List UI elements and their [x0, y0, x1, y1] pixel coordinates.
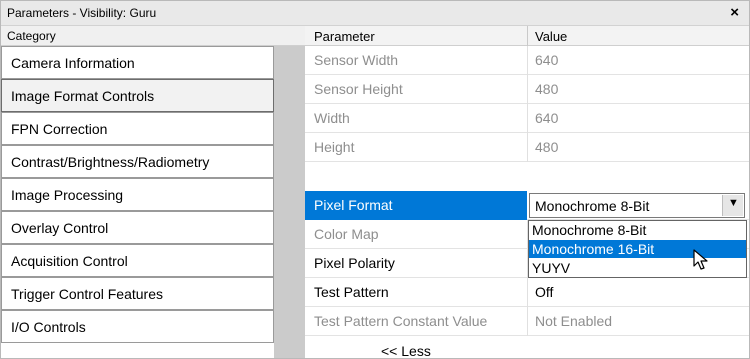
category-item-label: Acquisition Control [11, 253, 128, 269]
value-column-header[interactable]: Value [535, 29, 567, 44]
dropdown-option-label: Monochrome 8-Bit [532, 222, 647, 238]
category-item-image-processing[interactable]: Image Processing [1, 178, 274, 211]
less-button[interactable]: << Less [381, 343, 431, 358]
dropdown-option-yuyv[interactable]: YUYV [529, 259, 746, 277]
parameter-name: Sensor Width [314, 52, 399, 68]
category-item-trigger-control-features[interactable]: Trigger Control Features [1, 277, 274, 310]
category-header-label: Category [7, 29, 56, 43]
parameter-name: Width [314, 110, 350, 126]
category-item-label: Camera Information [11, 55, 135, 71]
parameter-name: Test Pattern Constant Value [314, 313, 488, 329]
parameter-row-sensor-height[interactable]: Sensor Height 480 [305, 75, 749, 104]
close-icon[interactable]: × [730, 4, 739, 21]
cell-divider [527, 75, 528, 104]
parameter-row-pixel-format[interactable]: Pixel Format Monochrome 8-Bit ▼ [305, 191, 749, 220]
dropdown-option-label: YUYV [532, 260, 571, 276]
parameter-name: Test Pattern [314, 284, 389, 300]
category-header: Category [1, 26, 305, 46]
title-bar[interactable]: Parameters - Visibility: Guru × [1, 1, 749, 26]
parameter-name: Pixel Format [314, 197, 393, 213]
parameter-name: Color Map [314, 226, 379, 242]
category-item-label: Contrast/Brightness/Radiometry [11, 154, 210, 170]
parameter-value: 480 [535, 139, 559, 155]
parameter-header: Parameter Value [305, 26, 749, 46]
category-item-label: FPN Correction [11, 121, 108, 137]
pixel-format-select[interactable]: Monochrome 8-Bit ▼ [529, 193, 745, 218]
parameter-row-width[interactable]: Width 640 [305, 104, 749, 133]
parameter-value: Not Enabled [535, 313, 613, 329]
category-item-contrast-brightness-radiometry[interactable]: Contrast/Brightness/Radiometry [1, 145, 274, 178]
cell-divider [527, 307, 528, 336]
category-item-label: Image Processing [11, 187, 124, 203]
parameter-name: Pixel Polarity [314, 255, 395, 271]
parameter-column-header[interactable]: Parameter [314, 29, 375, 44]
pixel-format-dropdown-list: Monochrome 8-Bit Monochrome 16-Bit YUYV [528, 220, 747, 278]
parameter-gutter [274, 46, 305, 358]
dropdown-toggle-button[interactable]: ▼ [722, 195, 743, 216]
pixel-format-selected-value: Monochrome 8-Bit [535, 198, 650, 214]
chevron-down-icon: ▼ [728, 197, 739, 209]
cell-divider [527, 46, 528, 75]
category-item-image-format-controls[interactable]: Image Format Controls [1, 79, 274, 112]
category-item-label: I/O Controls [11, 319, 86, 335]
parameter-row-test-pattern-constant-value[interactable]: Test Pattern Constant Value Not Enabled [305, 307, 749, 336]
category-item-camera-information[interactable]: Camera Information [1, 46, 274, 79]
category-item-label: Overlay Control [11, 220, 109, 236]
parameter-value: 480 [535, 81, 559, 97]
window-title: Parameters - Visibility: Guru [7, 6, 157, 20]
cell-divider [527, 104, 528, 133]
parameter-value: 640 [535, 110, 559, 126]
parameters-window: Parameters - Visibility: Guru × Category… [0, 0, 750, 359]
mouse-pointer-icon [693, 249, 708, 270]
category-list: Camera Information Image Format Controls… [1, 46, 274, 358]
parameter-name: Sensor Height [314, 81, 403, 97]
parameter-name: Height [314, 139, 355, 155]
category-item-label: Trigger Control Features [11, 286, 163, 302]
column-divider[interactable] [527, 26, 528, 46]
dropdown-option-monochrome-16-bit[interactable]: Monochrome 16-Bit [529, 240, 746, 258]
parameter-row-test-pattern[interactable]: Test Pattern Off [305, 278, 749, 307]
category-item-io-controls[interactable]: I/O Controls [1, 310, 274, 343]
dropdown-option-monochrome-8-bit[interactable]: Monochrome 8-Bit [529, 221, 746, 239]
category-item-fpn-correction[interactable]: FPN Correction [1, 112, 274, 145]
category-item-overlay-control[interactable]: Overlay Control [1, 211, 274, 244]
parameter-value: 640 [535, 52, 559, 68]
cell-divider [527, 133, 528, 162]
parameter-row-sensor-width[interactable]: Sensor Width 640 [305, 46, 749, 75]
category-item-acquisition-control[interactable]: Acquisition Control [1, 244, 274, 277]
dropdown-option-label: Monochrome 16-Bit [532, 241, 655, 257]
cell-divider [527, 278, 528, 307]
category-item-label: Image Format Controls [11, 88, 155, 104]
parameter-value: Off [535, 284, 554, 300]
parameter-row-height[interactable]: Height 480 [305, 133, 749, 162]
